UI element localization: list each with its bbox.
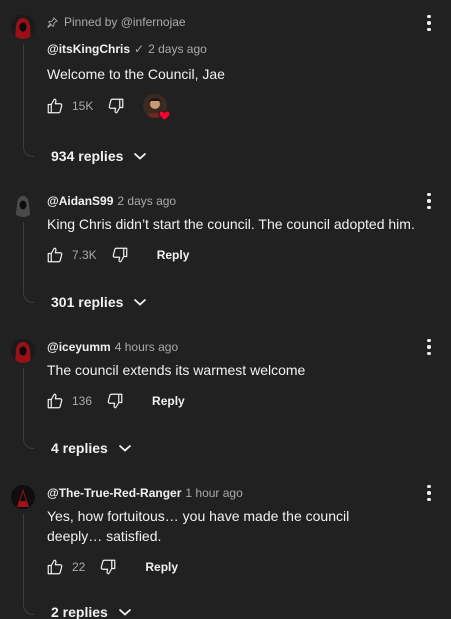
replies-count: 934 replies: [51, 148, 124, 164]
comment-actions: 7.3K Reply: [46, 243, 189, 267]
thumbs-down-icon[interactable]: [106, 392, 124, 410]
thumbs-up-icon[interactable]: [46, 246, 64, 264]
comment-time[interactable]: 2 days ago: [148, 42, 207, 56]
thumbs-down-icon[interactable]: [99, 558, 117, 576]
replies-count: 2 replies: [51, 604, 108, 619]
chevron-down-icon: [118, 444, 131, 452]
thumbs-up-icon[interactable]: [46, 558, 64, 576]
hooded-figure-avatar: [11, 193, 35, 217]
comment-header: @AidanS99 2 days ago: [47, 194, 176, 208]
avatar[interactable]: [11, 485, 35, 509]
comment-text: Welcome to the Council, Jae: [47, 66, 225, 82]
thumbs-down-icon[interactable]: [111, 246, 129, 264]
comment-header: @itsKingChris ✓ 2 days ago: [47, 42, 207, 56]
thread-line: [23, 44, 34, 157]
more-vertical-icon[interactable]: [421, 337, 437, 357]
comment-actions: 15K: [46, 94, 171, 122]
avatar[interactable]: [11, 339, 35, 363]
view-replies-button[interactable]: 4 replies: [51, 440, 132, 456]
comment-actions: 136 Reply: [46, 389, 185, 413]
chevron-down-icon: [134, 298, 147, 306]
pinned-by-text: Pinned by @infernojae: [64, 15, 186, 29]
author-name[interactable]: @iceyumm: [47, 340, 111, 354]
comment-text: The council extends its warmest welcome: [47, 362, 306, 378]
reply-button[interactable]: Reply: [152, 394, 185, 408]
more-vertical-icon[interactable]: [421, 483, 437, 503]
reply-button[interactable]: Reply: [145, 560, 178, 574]
chevron-down-icon: [118, 608, 131, 616]
pin-icon: [47, 16, 58, 28]
replies-count: 301 replies: [51, 294, 124, 310]
avatar[interactable]: [11, 15, 35, 39]
avatar[interactable]: [11, 193, 35, 217]
more-vertical-icon[interactable]: [421, 13, 437, 33]
like-count: 22: [72, 560, 86, 574]
comment-time[interactable]: 1 hour ago: [185, 486, 242, 500]
thumbs-down-icon[interactable]: [107, 97, 125, 115]
like-count: 136: [72, 394, 93, 408]
comment-time[interactable]: 2 days ago: [117, 194, 176, 208]
comment-header: @The-True-Red-Ranger 1 hour ago: [47, 486, 243, 500]
view-replies-button[interactable]: 934 replies: [51, 148, 147, 164]
comments-panel: Pinned by @infernojae @itsKingChris ✓ 2 …: [0, 0, 451, 619]
hooded-figure-avatar: [11, 339, 35, 363]
creator-heart: [143, 94, 171, 122]
author-name[interactable]: @AidanS99: [47, 194, 113, 208]
heart-icon: [158, 110, 171, 122]
thumbs-up-icon[interactable]: [46, 97, 64, 115]
thread-line: [23, 514, 34, 615]
like-count: 7.3K: [72, 248, 97, 262]
author-name[interactable]: @The-True-Red-Ranger: [47, 486, 181, 500]
like-count: 15K: [72, 99, 94, 113]
author-name[interactable]: @itsKingChris: [47, 42, 130, 56]
comment-actions: 22 Reply: [46, 555, 178, 579]
thumbs-up-icon[interactable]: [46, 392, 64, 410]
thread-line: [23, 368, 34, 449]
replies-count: 4 replies: [51, 440, 108, 456]
pinned-label: Pinned by @infernojae: [47, 15, 186, 29]
reply-button[interactable]: Reply: [157, 248, 190, 262]
verified-check-icon: ✓: [134, 42, 145, 56]
hooded-figure-avatar: [11, 485, 35, 509]
comment-header: @iceyumm 4 hours ago: [47, 340, 178, 354]
more-vertical-icon[interactable]: [421, 191, 437, 211]
hooded-figure-avatar: [11, 15, 35, 39]
comment-text: Yes, how fortuitous… you have made the c…: [47, 508, 350, 544]
comment-time[interactable]: 4 hours ago: [115, 340, 178, 354]
view-replies-button[interactable]: 2 replies: [51, 604, 132, 619]
thread-line: [23, 222, 34, 303]
chevron-down-icon: [134, 152, 147, 160]
view-replies-button[interactable]: 301 replies: [51, 294, 147, 310]
comment-text: King Chris didn’t start the council. The…: [47, 216, 415, 232]
